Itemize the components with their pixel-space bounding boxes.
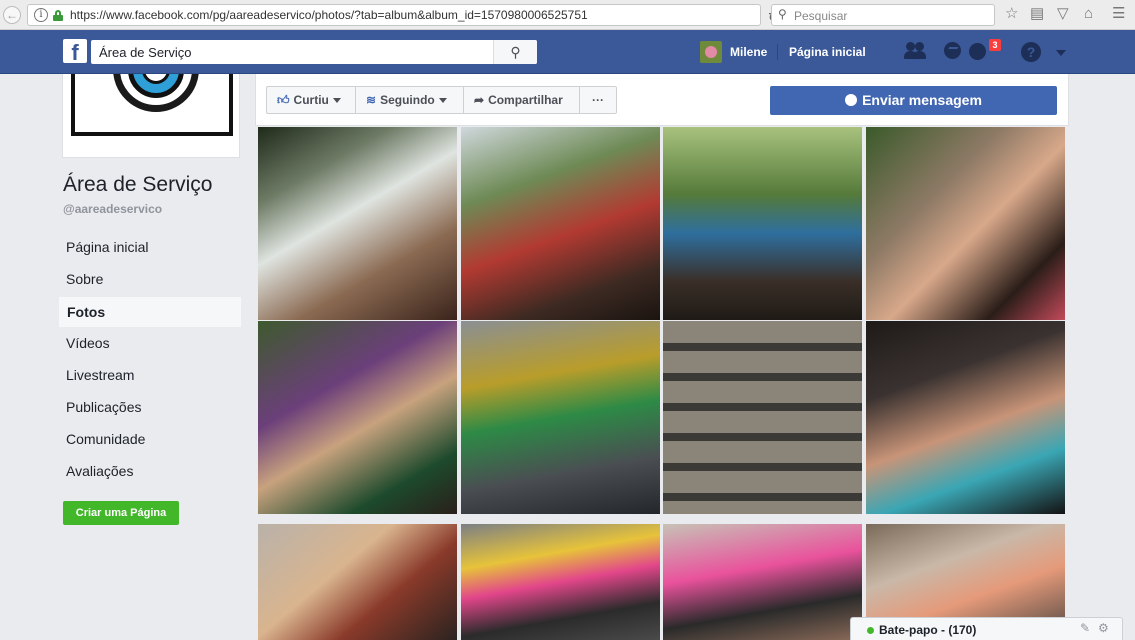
share-label: Compartilhar bbox=[488, 93, 563, 107]
like-label: Curtiu bbox=[293, 93, 329, 107]
photo-thumbnail[interactable] bbox=[461, 524, 660, 640]
url-bar[interactable]: i https://www.facebook.com/pg/aareadeser… bbox=[27, 4, 779, 26]
photo-thumbnail[interactable] bbox=[663, 127, 862, 320]
header-divider bbox=[777, 44, 778, 60]
lock-icon bbox=[53, 10, 63, 21]
sidebar-item-videos[interactable]: Vídeos bbox=[58, 328, 242, 360]
online-status-icon bbox=[867, 627, 874, 634]
photo-thumbnail[interactable] bbox=[258, 321, 457, 514]
page-title[interactable]: Área de Serviço bbox=[63, 173, 212, 197]
photo-thumbnail[interactable] bbox=[461, 127, 660, 320]
photo-thumbnail[interactable] bbox=[866, 321, 1065, 514]
facebook-header: f Área de Serviço ⚲ Milene Página inicia… bbox=[0, 30, 1135, 74]
user-name[interactable]: Milene bbox=[730, 45, 767, 59]
sidebar-item-photos[interactable]: Fotos bbox=[58, 296, 242, 328]
browser-search-placeholder: Pesquisar bbox=[794, 9, 848, 23]
share-arrow-icon: ➦ bbox=[474, 93, 485, 107]
sidebar-item-reviews[interactable]: Avaliações bbox=[58, 456, 242, 488]
sidebar-item-about[interactable]: Sobre bbox=[58, 264, 242, 296]
new-message-icon[interactable]: ✎ bbox=[1080, 621, 1090, 635]
messenger-icon[interactable] bbox=[944, 40, 962, 62]
reading-list-icon[interactable]: ▤ bbox=[1030, 5, 1044, 23]
pocket-icon[interactable]: ▽ bbox=[1057, 5, 1069, 23]
follow-button[interactable]: ≋ Seguindo bbox=[356, 86, 464, 114]
photo-thumbnail[interactable] bbox=[258, 127, 457, 320]
notifications-globe-icon[interactable] bbox=[969, 40, 989, 62]
page-handle[interactable]: @aareadeservico bbox=[63, 202, 162, 216]
home-link[interactable]: Página inicial bbox=[789, 45, 866, 59]
sidebar-item-livestream[interactable]: Livestream bbox=[58, 360, 242, 392]
send-message-button[interactable]: Enviar mensagem bbox=[770, 86, 1057, 115]
messenger-icon bbox=[845, 94, 858, 106]
photo-thumbnail[interactable] bbox=[663, 321, 862, 514]
photo-thumbnail[interactable] bbox=[258, 524, 457, 640]
url-text[interactable]: https://www.facebook.com/pg/aareadeservi… bbox=[70, 8, 588, 22]
photo-thumbnail[interactable] bbox=[866, 127, 1065, 320]
facebook-search-value[interactable]: Área de Serviço bbox=[99, 45, 192, 60]
send-message-label: Enviar mensagem bbox=[862, 92, 982, 108]
page-sidebar-nav: Página inicial Sobre Fotos Vídeos Livest… bbox=[58, 232, 242, 488]
chat-label[interactable]: Bate-papo - (170) bbox=[879, 623, 976, 637]
follow-label: Seguindo bbox=[380, 93, 435, 107]
bookmark-star-icon[interactable]: ☆ bbox=[1005, 5, 1018, 23]
page-logo[interactable] bbox=[71, 74, 233, 136]
rss-icon: ≋ bbox=[366, 93, 377, 107]
search-icon: ⚲ bbox=[778, 7, 787, 21]
help-icon[interactable]: ? bbox=[1021, 42, 1041, 62]
thumbs-up-icon: 👍︎ bbox=[277, 93, 290, 107]
page-action-bar: 👍︎ Curtiu ≋ Seguindo ➦ Compartilhar ··· Env… bbox=[255, 74, 1069, 126]
photo-thumbnail[interactable] bbox=[461, 321, 660, 514]
browser-search-input[interactable]: ⚲ Pesquisar bbox=[771, 4, 995, 26]
browser-toolbar: ← i https://www.facebook.com/pg/aareades… bbox=[0, 0, 1135, 30]
facebook-logo-icon[interactable]: f bbox=[63, 39, 87, 63]
avatar[interactable] bbox=[700, 41, 722, 63]
search-icon[interactable]: ⚲ bbox=[493, 40, 537, 64]
home-icon[interactable]: ⌂ bbox=[1084, 5, 1093, 23]
more-options-button[interactable]: ··· bbox=[580, 86, 617, 114]
info-icon[interactable]: i bbox=[34, 8, 48, 22]
account-menu-caret-icon[interactable] bbox=[1056, 50, 1066, 56]
share-button[interactable]: ➦ Compartilhar bbox=[464, 86, 580, 114]
chevron-down-icon bbox=[438, 98, 447, 104]
chat-sidebar-tab[interactable]: Bate-papo - (170) ✎ ⚙ bbox=[850, 617, 1123, 640]
sidebar-item-posts[interactable]: Publicações bbox=[58, 392, 242, 424]
like-button[interactable]: 👍︎ Curtiu bbox=[266, 86, 356, 114]
chevron-down-icon bbox=[332, 98, 341, 104]
notification-badge[interactable]: 3 bbox=[988, 38, 1002, 52]
sidebar-item-community[interactable]: Comunidade bbox=[58, 424, 242, 456]
facebook-search-input[interactable]: Área de Serviço ⚲ bbox=[91, 40, 537, 64]
photo-thumbnail[interactable] bbox=[663, 524, 862, 640]
gear-icon[interactable]: ⚙ bbox=[1098, 621, 1109, 635]
back-icon[interactable]: ← bbox=[3, 6, 21, 24]
menu-icon[interactable]: ☰ bbox=[1112, 5, 1125, 23]
friend-requests-icon[interactable] bbox=[904, 40, 926, 62]
profile-picture-card[interactable] bbox=[62, 74, 240, 158]
sidebar-item-home[interactable]: Página inicial bbox=[58, 232, 242, 264]
create-page-button[interactable]: Criar uma Página bbox=[63, 501, 179, 525]
